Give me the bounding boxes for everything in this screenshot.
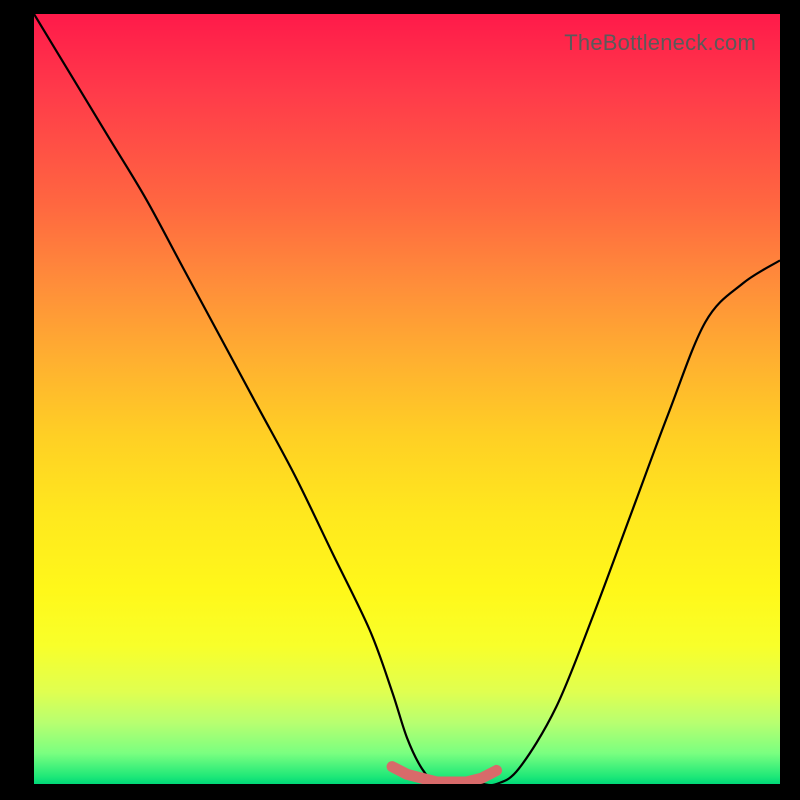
main-curve [34,14,780,784]
plot-area: TheBottleneck.com [34,14,780,784]
curve-svg [34,14,780,784]
watermark-text: TheBottleneck.com [564,30,756,56]
chart-container: TheBottleneck.com [0,0,800,800]
flat-highlight [392,767,496,782]
